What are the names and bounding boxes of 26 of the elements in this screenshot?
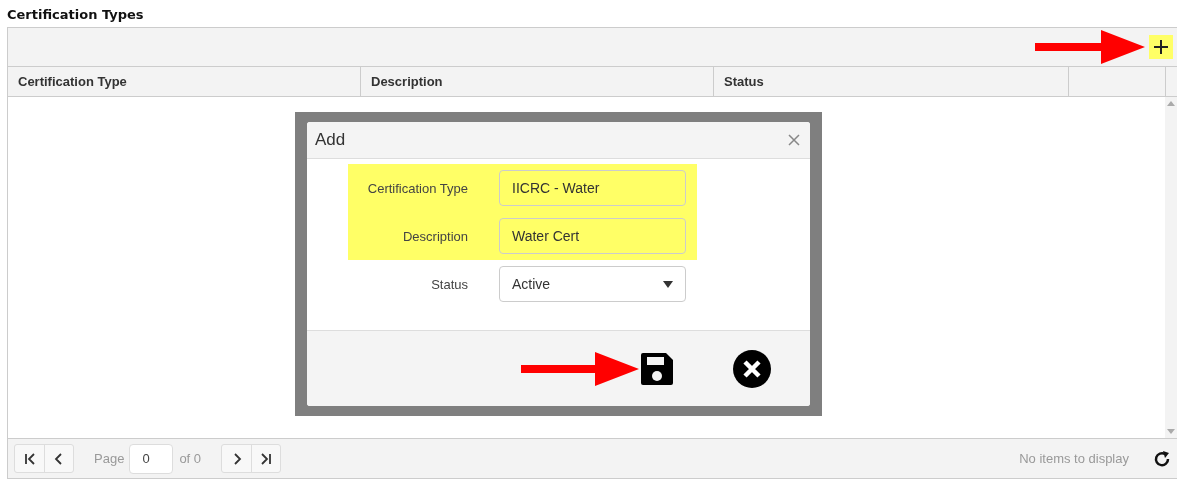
status-dropdown[interactable]: Active: [499, 266, 686, 302]
refresh-icon[interactable]: [1153, 449, 1171, 468]
column-header[interactable]: Status: [714, 67, 1069, 96]
column-header[interactable]: Certification Type: [8, 67, 361, 96]
dialog-title: Add: [315, 130, 346, 150]
pager-status: No items to display: [1019, 451, 1129, 466]
page-field[interactable]: 0: [129, 443, 174, 474]
field-label: Description: [401, 228, 468, 244]
save-icon[interactable]: [639, 350, 675, 387]
caret-icon: [663, 280, 673, 288]
page-count: of 0: [179, 451, 202, 466]
page-label: Page: [94, 451, 125, 466]
field-label: Status: [430, 276, 468, 292]
text-field[interactable]: Water Cert: [499, 218, 686, 254]
plus-icon: [1153, 39, 1169, 55]
section-title: Certification Types: [6, 6, 145, 24]
arrow-icon: [1035, 30, 1145, 64]
field-label: Certification Type: [366, 180, 468, 196]
arrow-icon: [521, 351, 639, 386]
text-field[interactable]: IICRC - Water: [499, 170, 686, 206]
add-button[interactable]: [1149, 35, 1173, 59]
first-page-icon: [22, 451, 37, 466]
column-header[interactable]: Description: [361, 67, 714, 96]
close-icon[interactable]: [788, 134, 800, 146]
last-page-icon: [259, 451, 274, 466]
cancel-icon[interactable]: [733, 349, 771, 388]
